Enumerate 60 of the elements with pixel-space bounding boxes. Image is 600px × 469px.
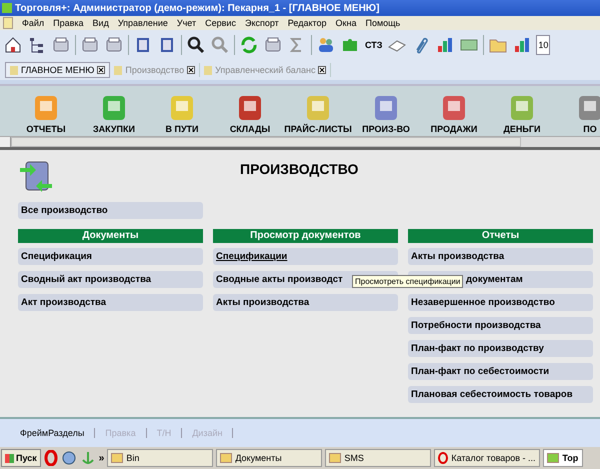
toolbar-button[interactable]: СТЗ [364,40,384,50]
page-title: ПРОИЗВОДСТВО [240,161,358,177]
taskbar-button[interactable]: Документы [216,449,322,467]
close-icon[interactable] [318,66,326,74]
menu-item[interactable]: Файл [22,18,44,28]
zoom-field[interactable]: 10 [536,35,550,55]
start-button[interactable]: Пуск [1,449,41,467]
section-button[interactable]: ДЕНЬГИ [490,92,554,136]
menu-item[interactable]: Помощь [365,18,400,28]
menu-item[interactable]: Окна [336,18,356,28]
menu-item[interactable]: Редактор [288,18,327,28]
taskbar-button[interactable]: SMS [325,449,432,467]
horizontal-scrollbar[interactable] [0,136,600,147]
taskbar-button[interactable]: Каталог товаров - ... [434,449,540,467]
link-item[interactable]: Сводный акт производства [18,271,203,288]
document-tab[interactable]: ГЛАВНОЕ МЕНЮ [5,62,110,78]
menu-item[interactable]: Управление [118,18,168,28]
browser-icon[interactable] [44,450,58,466]
link-item[interactable]: Акты производства [408,248,593,265]
window-title: Торговля+: Администратор (демо-режим): Пекарня_1 - [ГЛАВНОЕ МЕНЮ] [15,2,380,14]
taskbar-button[interactable]: Bin [107,449,214,467]
section-button[interactable]: СКЛАДЫ [218,92,282,136]
section-button[interactable]: ПО [558,92,600,136]
bottom-tab[interactable]: ФреймРазделы [10,428,96,438]
column-header: Просмотр документов [213,229,398,243]
menu-item[interactable]: Сервис [205,18,236,28]
link-item[interactable]: Потребности производства [408,317,593,334]
link-item[interactable]: Акты производства [213,294,398,311]
close-icon[interactable] [97,66,106,74]
refresh-icon[interactable] [60,450,77,466]
link-item[interactable]: План-факт по производству [408,340,593,357]
people-icon[interactable] [316,35,336,55]
document-icon [3,17,13,29]
menu-item[interactable]: Учет [176,18,196,28]
link-item[interactable]: Спецификация [18,248,203,265]
menu-item[interactable]: Экспорт [244,18,279,28]
link-item[interactable]: Плановая себестоимость товаров [408,386,593,403]
menu-item[interactable]: Вид [92,18,109,28]
section-button[interactable]: ПРОИЗ-ВО [354,92,418,136]
taskbar-button[interactable]: Тор [543,449,584,467]
column-header: Отчеты [408,229,593,243]
close-icon[interactable] [187,66,196,74]
search-icon[interactable] [186,35,206,55]
menu-item[interactable]: Правка [53,18,84,28]
home-icon[interactable] [3,35,23,55]
link-item[interactable]: Незавершенное производство [408,294,593,311]
section-button[interactable]: ОТЧЕТЫ [14,92,78,136]
link-item[interactable]: Спецификации [213,248,398,265]
section-button[interactable]: ЗАКУПКИ [82,92,146,136]
section-button[interactable]: ПРАЙС-ЛИСТЫ [286,92,350,136]
section-button[interactable]: В ПУТИ [150,92,214,136]
more-button[interactable]: » [98,452,104,464]
link-item[interactable]: Акт производства [18,294,203,311]
app-icon [2,3,12,13]
tooltip: Просмотреть спецификации [352,275,464,288]
column-header: Документы [18,229,203,243]
link-item[interactable]: План-факт по себестоимости [408,363,593,380]
link-item[interactable]: Все производство [18,202,203,219]
section-button[interactable]: ПРОДАЖИ [422,92,486,136]
refresh-icon[interactable] [239,35,259,55]
